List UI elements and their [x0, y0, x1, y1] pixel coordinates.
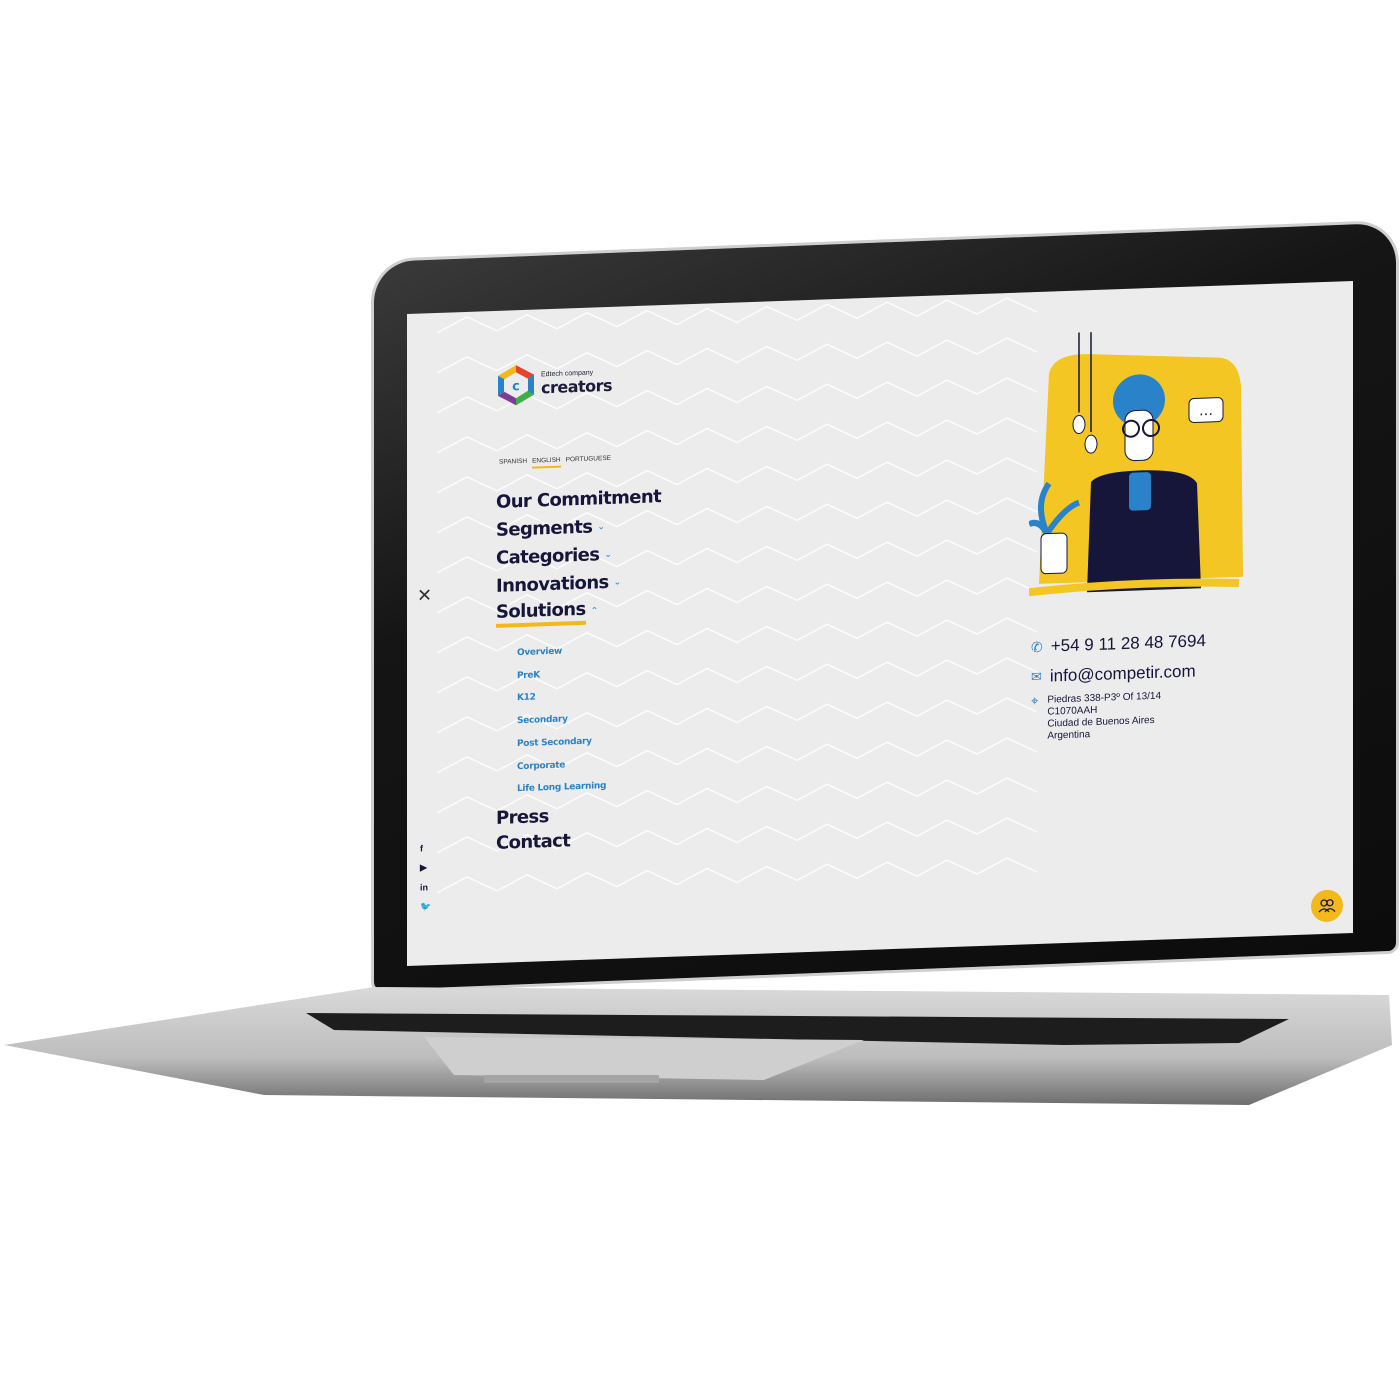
location-pin-icon: ⌖: [1031, 692, 1039, 709]
nav-item-label: Innovations: [496, 571, 609, 597]
twitter-icon[interactable]: 🐦: [420, 901, 431, 912]
laptop-base: [4, 985, 1394, 1110]
submenu-item-life-long-learning[interactable]: Life Long Learning: [517, 773, 661, 801]
nav-item-label: Segments: [496, 516, 593, 541]
mail-icon: ✉: [1031, 668, 1042, 685]
logo-hexagon-icon: c: [498, 365, 534, 406]
address-line: Argentina: [1047, 729, 1091, 742]
address-row: ⌖ Piedras 338-P3º Of 13/14 C1070AAH Ciud…: [1031, 689, 1206, 743]
nav-item-label: Our Commitment: [496, 486, 662, 513]
contact-block: ✆ +54 9 11 28 48 7694 ✉ info@competir.co…: [1031, 631, 1206, 743]
chevron-down-icon: ⌄: [613, 577, 621, 588]
nav-item-solutions[interactable]: Solutions ⌃: [496, 595, 661, 629]
youtube-icon[interactable]: ▶: [420, 862, 431, 873]
social-links: f ▶ in 🐦: [420, 843, 431, 912]
close-icon[interactable]: ✕: [417, 585, 432, 607]
nav-item-label: Press: [496, 805, 549, 829]
chevron-down-icon: ⌄: [604, 549, 612, 561]
website-screen: c Edtech company creators SPANISH ENGLIS…: [407, 280, 1353, 966]
email-address: info@competir.com: [1049, 661, 1196, 686]
solutions-submenu: Overview PreK K12 Secondary Post Seconda…: [517, 637, 661, 801]
nav-item-our-commitment[interactable]: Our Commitment: [496, 483, 661, 517]
brand-logo[interactable]: c Edtech company creators: [497, 361, 612, 407]
nav-item-label: Solutions: [496, 598, 586, 628]
lang-spanish[interactable]: SPANISH: [499, 458, 527, 470]
phone-row[interactable]: ✆ +54 9 11 28 48 7694: [1031, 631, 1206, 657]
whatsapp-icon: ✆: [1031, 638, 1043, 655]
chevron-down-icon: ⌄: [597, 522, 605, 533]
person-illustration: …: [1029, 332, 1243, 597]
email-row[interactable]: ✉ info@competir.com: [1031, 661, 1206, 687]
nav-item-label: Contact: [496, 830, 571, 854]
brand-name: creators: [541, 375, 613, 398]
linkedin-icon[interactable]: in: [420, 882, 431, 892]
chevron-up-icon: ⌃: [590, 606, 598, 617]
phone-number: +54 9 11 28 48 7694: [1050, 631, 1206, 656]
users-icon: [1318, 899, 1336, 913]
nav-item-label: Categories: [496, 544, 600, 569]
main-nav: Our Commitment Segments ⌄ Categories ⌄ I…: [496, 483, 661, 856]
svg-text:c: c: [512, 379, 520, 394]
facebook-icon[interactable]: f: [420, 843, 431, 853]
lang-english[interactable]: ENGLISH: [532, 456, 561, 469]
users-fab-button[interactable]: [1311, 889, 1343, 923]
svg-text:…: …: [1199, 403, 1213, 419]
lang-portuguese[interactable]: PORTUGUESE: [566, 455, 611, 468]
